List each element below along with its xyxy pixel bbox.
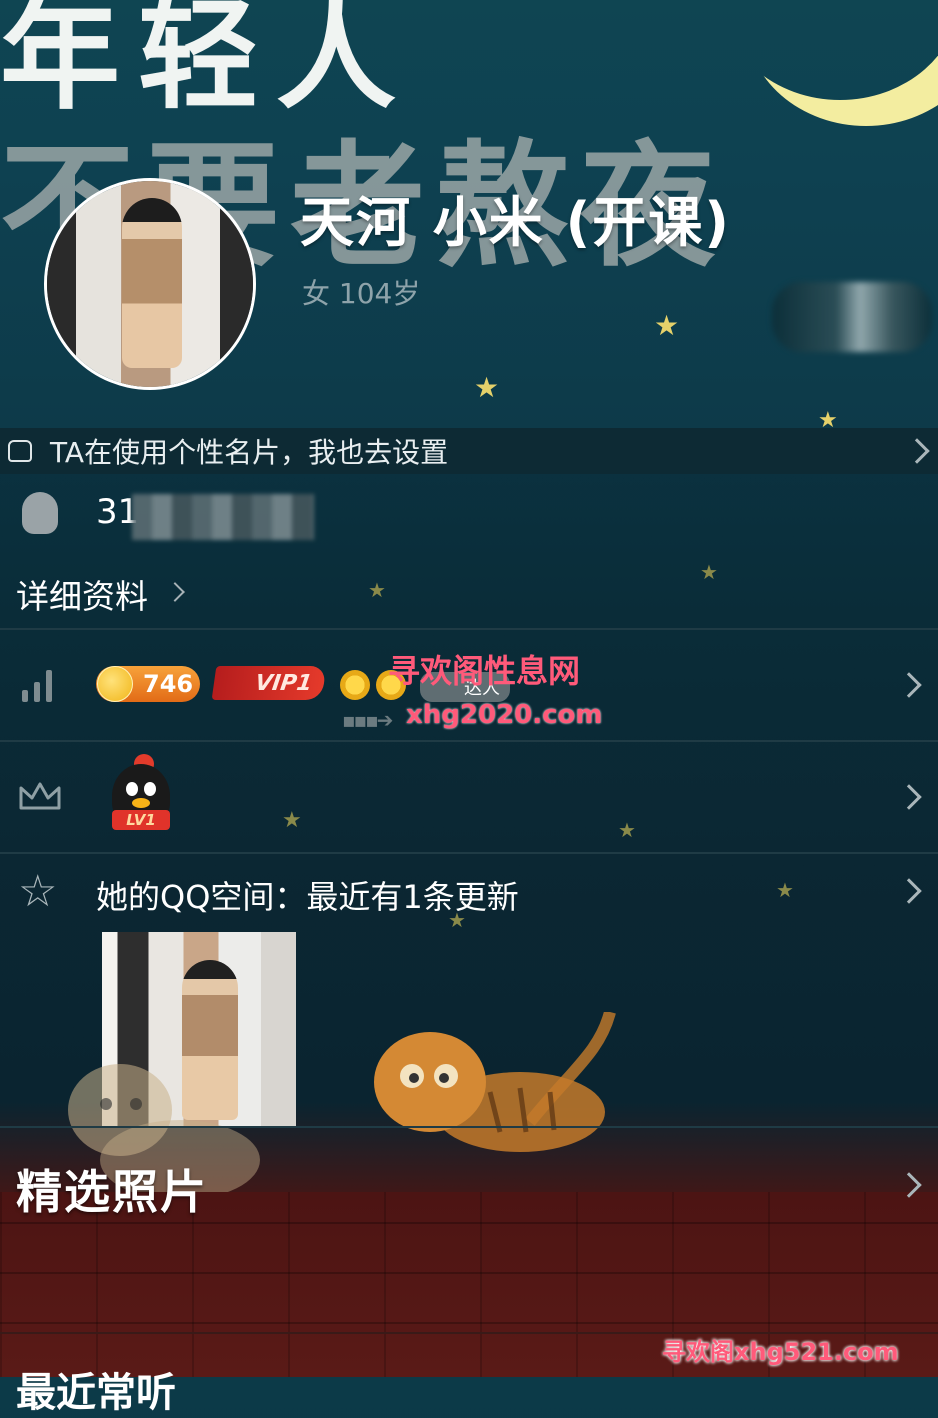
arrow-right-icon: ▪▪▪➔ [342,708,393,732]
chevron-right-icon [896,672,922,698]
star-icon: ★ [282,808,302,833]
coin-value: 746 [143,670,194,698]
divider [0,852,938,854]
sun-level-icon [340,670,370,700]
star-icon: ★ [448,908,466,932]
watermark-bottom: 寻欢阁xhg521.com [662,1338,899,1366]
gender-age: 女 104岁 [302,277,421,310]
card-icon [8,440,32,462]
featured-photos-title[interactable]: 精选照片 [16,1156,208,1222]
moon-icon [720,0,938,100]
coin-badge[interactable]: 746 [96,666,200,702]
star-icon: ★ [368,578,386,602]
vip-badge[interactable]: VIP1 [211,666,327,700]
watermark-site-url: xhg2020.com [406,700,603,730]
divider [0,628,938,630]
qq-number-mosaic [132,494,314,540]
chevron-right-icon [896,784,922,810]
coin-icon [97,666,133,702]
tip-text: TA在使用个性名片，我也去设置 [50,436,449,469]
star-icon: ★ [474,371,500,404]
vip-label: VIP1 [253,670,314,696]
star-icon: ★ [618,818,636,842]
star-outline-icon: ☆ [18,866,58,917]
chevron-right-icon [165,582,185,602]
mascot-level: LV1 [112,810,170,830]
penguin-icon [22,492,58,534]
tiger-illustration [374,1012,616,1152]
star-icon: ★ [776,878,794,902]
level-bars-icon [22,668,62,702]
star-icon: ★ [700,560,718,584]
recent-section-title[interactable]: 最近常听 [16,1360,176,1418]
chevron-right-icon [904,438,930,464]
divider [0,1126,938,1128]
star-icon: ★ [654,309,680,342]
crown-icon [19,782,61,810]
personal-card-tip[interactable]: TA在使用个性名片，我也去设置 [0,428,938,474]
watermark-site-name: 寻欢阁性息网 [388,652,581,690]
star-icon: ★ [818,408,838,431]
avatar-photo-figure [122,198,182,368]
detail-info-link[interactable]: 详细资料 [16,570,148,618]
chevron-right-icon [896,878,922,904]
nickname: 天河 小米 (开课) [300,191,731,254]
blurred-badge[interactable] [772,282,932,352]
divider [0,740,938,742]
